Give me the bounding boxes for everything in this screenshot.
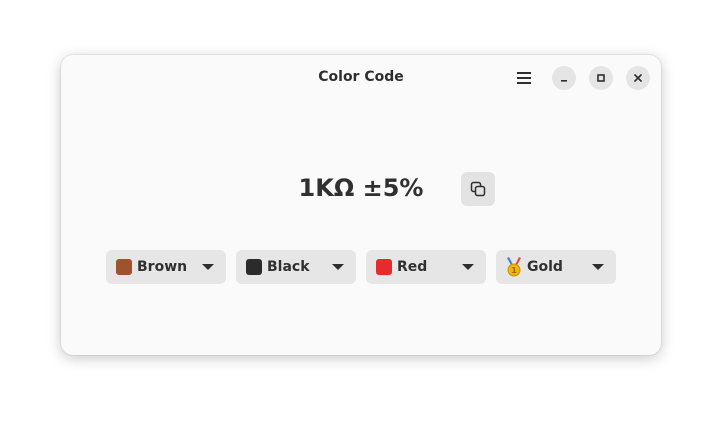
chevron-down-icon bbox=[202, 264, 214, 270]
app-window: Color Code 1KΩ ±5% Brown Black Red 1 Gol… bbox=[61, 55, 661, 355]
hamburger-menu-icon bbox=[517, 72, 531, 84]
minimize-button[interactable] bbox=[552, 66, 576, 90]
band-1-dropdown[interactable]: Brown bbox=[106, 250, 226, 284]
band-2-label: Black bbox=[267, 259, 310, 275]
band-2-dropdown[interactable]: Black bbox=[236, 250, 356, 284]
chevron-down-icon bbox=[332, 264, 344, 270]
band-3-label: Red bbox=[397, 259, 428, 275]
resistance-value: 1KΩ ±5% bbox=[298, 174, 424, 202]
copy-icon bbox=[470, 181, 486, 197]
band-1-label: Brown bbox=[137, 259, 188, 275]
resistance-result: 1KΩ ±5% bbox=[61, 171, 661, 206]
maximize-icon bbox=[597, 74, 605, 82]
main-menu-button[interactable] bbox=[512, 66, 536, 90]
black-square-icon bbox=[246, 259, 262, 275]
svg-text:1: 1 bbox=[511, 266, 517, 275]
header-bar: Color Code bbox=[61, 55, 661, 101]
copy-button[interactable] bbox=[461, 172, 495, 206]
chevron-down-icon bbox=[592, 264, 604, 270]
close-icon bbox=[634, 74, 642, 82]
red-square-icon bbox=[376, 259, 392, 275]
band-3-dropdown[interactable]: Red bbox=[366, 250, 486, 284]
close-button[interactable] bbox=[626, 66, 650, 90]
brown-square-icon bbox=[116, 259, 132, 275]
maximize-button[interactable] bbox=[589, 66, 613, 90]
tolerance-label: Gold bbox=[527, 259, 563, 275]
chevron-down-icon bbox=[462, 264, 474, 270]
tolerance-dropdown[interactable]: 1 Gold bbox=[496, 250, 616, 284]
gold-medal-icon: 1 bbox=[507, 257, 521, 277]
minimize-icon bbox=[561, 80, 567, 82]
